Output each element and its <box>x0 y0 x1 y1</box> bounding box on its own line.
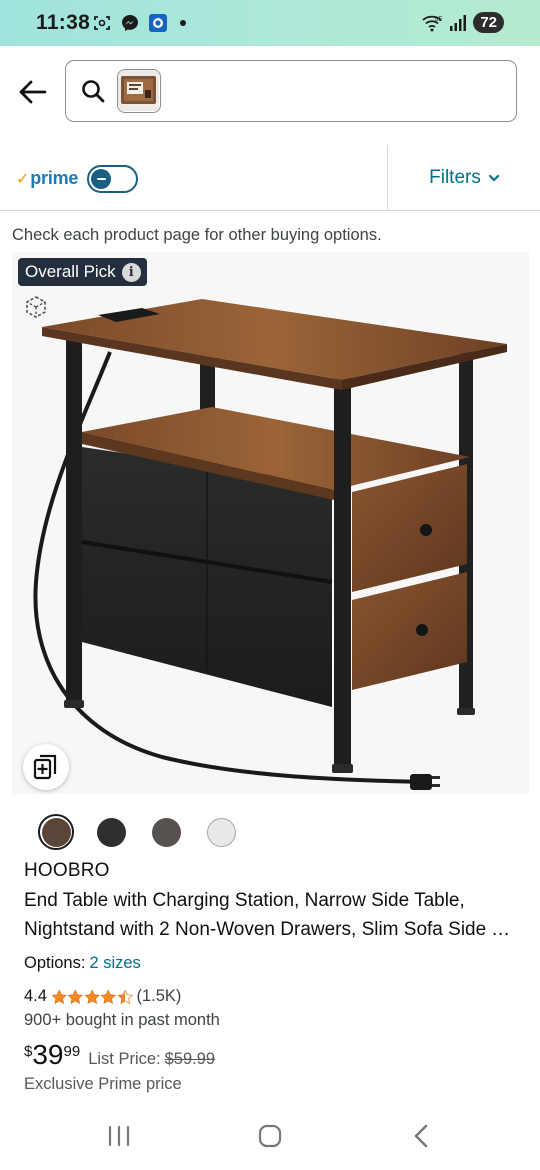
arrow-left-icon <box>19 80 47 104</box>
svg-text:6E: 6E <box>435 17 442 23</box>
title-line-2: Nightstand with 2 Non-Woven Drawers, Sli… <box>24 919 519 940</box>
back-nav-button[interactable] <box>401 1120 441 1152</box>
brand-name: HOOBRO <box>24 860 110 881</box>
compare-add-icon <box>33 754 57 780</box>
filter-row: ✓ prime Filters <box>0 145 540 211</box>
search-icon <box>82 80 105 103</box>
product-image[interactable]: Overall Pick i <box>12 252 529 794</box>
badge-label: Overall Pick <box>25 262 116 281</box>
star-icon <box>101 988 117 1004</box>
swatch-2[interactable] <box>93 814 129 850</box>
swatch-3[interactable] <box>148 814 184 850</box>
search-header <box>0 46 540 142</box>
wifi-6e-icon: 6E <box>422 15 443 31</box>
more-notifications-dot <box>180 20 186 26</box>
list-price: List Price: $59.99 <box>88 1050 215 1069</box>
overall-pick-badge[interactable]: Overall Pick i <box>18 258 147 286</box>
prime-toggle[interactable] <box>87 165 138 193</box>
status-bar: 11:38 6E 72 <box>0 0 540 46</box>
rating-row[interactable]: 4.4 (1.5K) <box>24 987 181 1006</box>
rating-count: (1.5K) <box>136 987 182 1005</box>
swatch-color-1 <box>41 817 71 847</box>
buying-options-notice: Check each product page for other buying… <box>12 226 382 244</box>
bought-count: 900+ bought in past month <box>24 1011 220 1029</box>
prime-label: prime <box>30 168 79 188</box>
price-whole: 39 <box>32 1039 64 1070</box>
camera-app-icon <box>148 13 168 33</box>
star-icon <box>84 988 100 1004</box>
status-time: 11:38 <box>36 11 91 34</box>
recent-apps-icon <box>108 1125 130 1147</box>
system-icons: 6E 72 <box>421 12 504 33</box>
swatch-4[interactable] <box>203 814 239 850</box>
color-swatches <box>38 814 239 850</box>
toggle-knob-icon <box>91 169 111 189</box>
query-image-thumbnail[interactable] <box>117 69 161 113</box>
messenger-icon <box>120 13 140 33</box>
home-button[interactable] <box>250 1120 290 1152</box>
compare-button[interactable] <box>23 744 69 790</box>
home-icon <box>258 1124 282 1148</box>
end-table-illustration <box>33 299 507 790</box>
swatch-color-3 <box>151 817 181 847</box>
rating-value: 4.4 <box>24 987 47 1005</box>
back-button[interactable] <box>14 73 52 111</box>
exclusive-prime-price: Exclusive Prime price <box>24 1075 182 1093</box>
half-star-icon <box>117 988 133 1004</box>
product-title[interactable]: End Table with Charging Station, Narrow … <box>24 886 519 944</box>
list-price-value: $59.99 <box>164 1050 216 1068</box>
price-fraction: 99 <box>63 1043 81 1060</box>
star-rating <box>51 988 134 1005</box>
price-row: $ 39 99 List Price: $59.99 <box>24 1040 215 1070</box>
price-symbol: $ <box>24 1043 33 1060</box>
system-nav-bar <box>0 1100 540 1170</box>
product-card[interactable]: Overall Pick i HOOBRO End Table with Cha… <box>12 252 529 1112</box>
search-input[interactable] <box>65 60 517 122</box>
filters-button[interactable]: Filters <box>388 145 540 211</box>
prime-check-icon: ✓ <box>16 170 30 188</box>
swatch-color-4 <box>206 817 236 847</box>
star-icon <box>68 988 84 1004</box>
options-label: Options: <box>24 954 86 972</box>
chevron-down-icon <box>488 174 499 182</box>
title-line-1: End Table with Charging Station, Narrow … <box>24 890 465 911</box>
swatch-color-2 <box>96 817 126 847</box>
screenshot-icon <box>92 13 112 33</box>
recent-apps-button[interactable] <box>99 1120 139 1152</box>
filters-label: Filters <box>429 167 481 188</box>
notification-icons <box>92 13 186 33</box>
swatch-1[interactable] <box>38 814 74 850</box>
options-sizes-link[interactable]: 2 sizes <box>89 954 140 972</box>
info-icon[interactable]: i <box>121 262 141 282</box>
battery-icon: 72 <box>473 12 504 33</box>
star-icon <box>51 988 67 1004</box>
list-price-label: List Price: <box>88 1050 161 1068</box>
chevron-left-icon <box>414 1124 428 1148</box>
options-row: Options: 2 sizes <box>24 954 141 973</box>
prime-logo: ✓ prime <box>16 168 78 189</box>
view-in-3d-icon[interactable] <box>24 295 48 319</box>
signal-icon <box>450 14 467 31</box>
